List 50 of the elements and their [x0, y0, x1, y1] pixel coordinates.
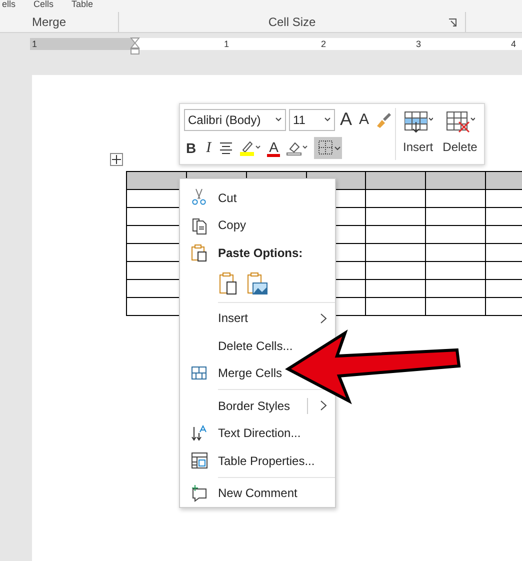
ribbon-button-label[interactable]: Table — [72, 0, 94, 9]
insert-button[interactable]: Insert — [398, 108, 438, 160]
delete-button[interactable]: Delete — [440, 108, 480, 160]
paste-picture-button[interactable] — [246, 271, 268, 296]
menu-item[interactable]: Table Properties... — [180, 447, 316, 475]
dialog-launcher-icon — [448, 18, 457, 27]
ribbon-button-label[interactable]: Cells — [34, 0, 54, 9]
table-properties-icon — [190, 451, 208, 470]
menu-item[interactable]: Text Direction... — [180, 420, 302, 448]
chevron-icon — [320, 312, 327, 324]
italic-button[interactable]: I — [204, 140, 214, 157]
scissors-icon — [190, 188, 208, 208]
menu-item[interactable]: Merge Cells — [180, 360, 284, 388]
ruler-number: 1 — [31, 38, 38, 50]
group-label: Cell Size — [268, 15, 316, 29]
clipboard-icon — [218, 271, 238, 296]
dropdown-icon — [275, 117, 282, 122]
group-label: Merge — [32, 15, 66, 29]
menu-item[interactable]: Delete Cells... — [180, 332, 294, 360]
menu-item[interactable]: New Comment — [180, 480, 298, 507]
chevron-icon — [320, 400, 327, 412]
font-color-button[interactable]: A — [267, 140, 280, 157]
paste-picture-icon — [246, 271, 268, 296]
ruler-number: 1 — [223, 38, 230, 50]
paintbrush-icon — [374, 110, 392, 129]
menu-item[interactable]: Insert — [180, 304, 332, 332]
ruler-number: 4 — [510, 38, 518, 50]
copy-icon — [190, 216, 208, 235]
bold-button[interactable]: B — [184, 140, 198, 156]
section-heading: Paste Options: — [218, 246, 303, 260]
menu-item[interactable]: Copy — [180, 211, 248, 239]
font-field[interactable]: Calibri (Body) — [184, 108, 286, 131]
indent-marker-icon — [130, 37, 140, 55]
grow-font-button[interactable]: A — [338, 109, 354, 130]
ribbon-button-label[interactable]: ells — [2, 0, 16, 9]
text-direction-icon — [190, 424, 208, 443]
center-align-icon — [219, 142, 234, 154]
menu-item[interactable]: Border Styles — [180, 392, 332, 420]
clipboard-icon — [190, 243, 208, 262]
shrink-font-button[interactable]: A — [357, 111, 372, 128]
ruler-number: 3 — [415, 38, 422, 50]
ruler-number: 2 — [320, 38, 328, 50]
move-handle-icon — [110, 153, 123, 166]
shading-icon — [286, 140, 308, 156]
comment-icon — [190, 484, 208, 503]
menu-item[interactable]: Cut — [180, 184, 238, 212]
paste-keep-button[interactable] — [218, 271, 238, 296]
dropdown-icon — [324, 117, 331, 122]
highlighter-icon — [239, 140, 262, 156]
font-size-field[interactable]: 11 — [289, 108, 335, 131]
